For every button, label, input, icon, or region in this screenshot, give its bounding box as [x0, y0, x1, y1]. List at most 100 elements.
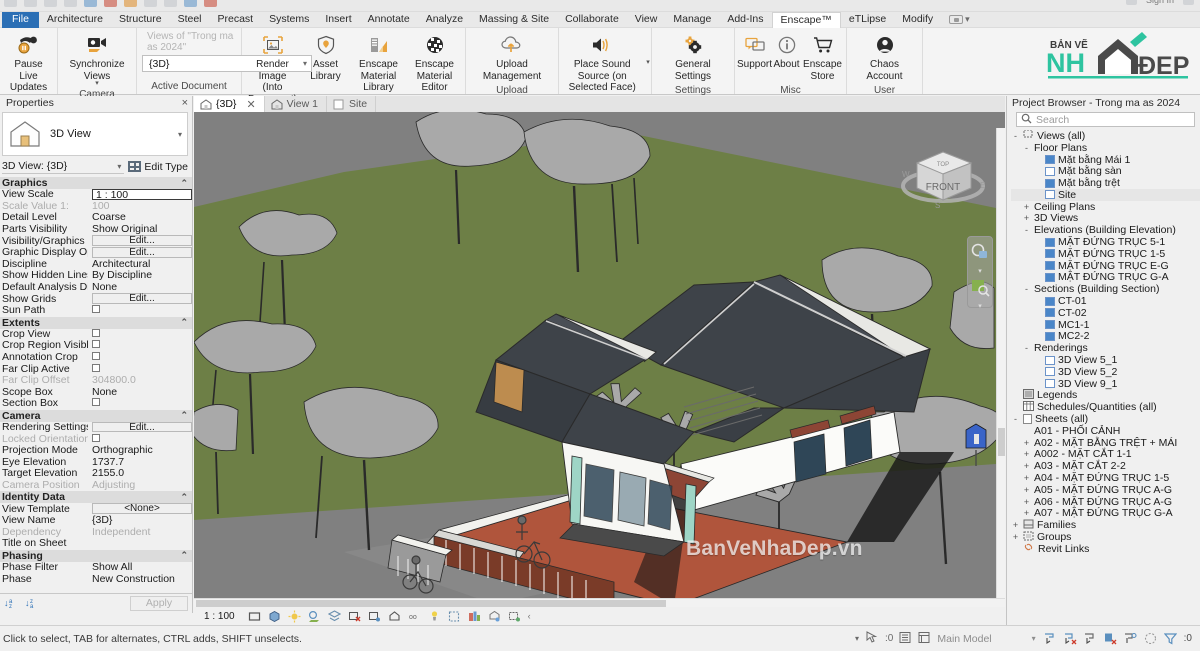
- property-row[interactable]: Eye Elevation 1737.7: [0, 456, 192, 468]
- property-value[interactable]: [88, 363, 192, 375]
- property-value[interactable]: New Construction: [88, 573, 192, 585]
- property-value[interactable]: Orthographic: [88, 444, 192, 456]
- ribbon-tab-massing-site[interactable]: Massing & Site: [471, 12, 557, 28]
- property-checkbox[interactable]: [92, 433, 100, 442]
- property-row[interactable]: Parts Visibility Show Original: [0, 223, 192, 236]
- zoom-region-icon[interactable]: [970, 277, 990, 300]
- support-button[interactable]: Support: [737, 31, 772, 73]
- project-browser-search[interactable]: Search: [1016, 112, 1195, 127]
- measure-icon[interactable]: [124, 0, 137, 7]
- temporary-hide-isolate-icon[interactable]: oo: [408, 610, 421, 623]
- enscape-store-button[interactable]: Enscape Store: [802, 31, 844, 84]
- temporary-view-properties-icon[interactable]: [448, 610, 461, 623]
- view-control-chevron-icon[interactable]: ‹: [528, 611, 531, 621]
- 3d-view-canvas[interactable]: FRONT TOP W E S ▾ ▾ BanVeNhaDep.vn: [194, 112, 1005, 607]
- tree-item[interactable]: + Groups: [1011, 531, 1200, 543]
- view-cube[interactable]: FRONT TOP W E S: [897, 130, 993, 220]
- property-row[interactable]: Show Grids Edit...: [0, 293, 192, 305]
- property-row[interactable]: Graphic Display Options Edit...: [0, 246, 192, 259]
- properties-section-header[interactable]: Camera ⌃: [0, 409, 192, 422]
- tree-item[interactable]: · MC1-1: [1011, 319, 1200, 331]
- print-icon[interactable]: [84, 0, 97, 7]
- property-edit-button[interactable]: Edit...: [92, 247, 192, 258]
- tree-item[interactable]: + A03 - MẶT CẮT 2-2: [1011, 460, 1200, 472]
- sort-ascending-icon[interactable]: ↓ a z: [4, 596, 17, 612]
- crop-view-off-icon[interactable]: [348, 610, 361, 623]
- scrollbar-thumb[interactable]: [998, 428, 1005, 456]
- list-view-icon[interactable]: [899, 631, 912, 647]
- properties-view-select[interactable]: 3D View: {3D} ▾: [2, 159, 125, 174]
- property-value[interactable]: Independent: [88, 526, 192, 538]
- property-row[interactable]: Detail Level Coarse: [0, 211, 192, 224]
- property-value[interactable]: Edit...: [88, 293, 192, 304]
- chevron-down-icon[interactable]: ▾: [95, 80, 99, 87]
- tree-item[interactable]: · CT-01: [1011, 295, 1200, 307]
- crop-region-hide-icon[interactable]: [368, 610, 381, 623]
- property-value[interactable]: Show All: [88, 561, 192, 573]
- property-row[interactable]: Discipline Architectural: [0, 258, 192, 271]
- model-graphics-style-icon[interactable]: [268, 610, 281, 623]
- property-edit-button[interactable]: <None>: [92, 503, 192, 514]
- chevron-down-icon[interactable]: ▾: [978, 267, 982, 275]
- chevron-up-icon[interactable]: ⌃: [180, 410, 188, 421]
- sort-alpha-icon[interactable]: ↓ z a: [25, 596, 38, 612]
- tree-item[interactable]: + A05 - MẶT ĐỨNG TRỤC A-G: [1011, 484, 1200, 496]
- sign-in-label[interactable]: Sign In: [1146, 0, 1174, 5]
- open-icon[interactable]: [64, 0, 77, 7]
- chaos-account-button[interactable]: Chaos Account: [852, 31, 918, 84]
- property-value[interactable]: Show Original: [88, 223, 192, 235]
- tree-item[interactable]: · Schedules/Quantities (all): [1011, 400, 1200, 413]
- select-underlay-icon[interactable]: [1104, 632, 1117, 645]
- expand-icon[interactable]: +: [1011, 532, 1020, 542]
- close-icon[interactable]: ×: [182, 97, 188, 109]
- view-tab-site[interactable]: Site: [327, 96, 377, 112]
- tree-item[interactable]: +3D Views: [1011, 212, 1200, 224]
- ribbon-tab-architecture[interactable]: Architecture: [39, 12, 111, 28]
- property-value[interactable]: None: [88, 386, 192, 398]
- save-icon[interactable]: [4, 0, 17, 7]
- pan-zoom-icon[interactable]: [970, 242, 990, 265]
- select-links-icon[interactable]: [1084, 632, 1097, 645]
- property-row[interactable]: Section Box: [0, 397, 192, 410]
- property-value[interactable]: [88, 328, 192, 340]
- property-value[interactable]: 1 : 100: [88, 188, 192, 200]
- scrollbar-thumb[interactable]: [196, 600, 666, 607]
- apply-button[interactable]: Apply: [130, 596, 188, 611]
- tree-item[interactable]: · 3D View 9_1: [1011, 378, 1200, 390]
- property-row[interactable]: Scope Box None: [0, 386, 192, 399]
- property-value[interactable]: 304800.0: [88, 374, 192, 386]
- tree-item[interactable]: · Mặt bằng sàn: [1011, 165, 1200, 177]
- expand-icon[interactable]: +: [1022, 438, 1031, 448]
- collapse-icon[interactable]: -: [1011, 131, 1020, 141]
- ribbon-overflow-icon[interactable]: ▾: [949, 14, 970, 25]
- properties-type-selector[interactable]: 3D View ▾: [2, 112, 188, 156]
- property-row[interactable]: Far Clip Active: [0, 363, 192, 375]
- tree-item[interactable]: · Mặt bằng trệt: [1011, 177, 1200, 189]
- tree-item[interactable]: - Sections (Building Section): [1011, 283, 1200, 295]
- property-row[interactable]: Locked Orientation: [0, 433, 192, 445]
- tree-item[interactable]: + A06 - MẶT ĐỨNG TRỤC A-G: [1011, 496, 1200, 508]
- expand-icon[interactable]: +: [1022, 202, 1031, 212]
- ribbon-tab-bar[interactable]: File Architecture Structure Steel Precast Sys…: [0, 11, 1200, 29]
- show-render-dialog-icon[interactable]: [508, 610, 521, 623]
- collapse-icon[interactable]: -: [1022, 143, 1031, 153]
- property-row[interactable]: Crop View: [0, 328, 192, 341]
- redo-icon[interactable]: [44, 0, 57, 7]
- expand-icon[interactable]: +: [1022, 473, 1031, 483]
- property-row[interactable]: Projection Mode Orthographic: [0, 444, 192, 457]
- tree-item[interactable]: + Ceiling Plans: [1011, 201, 1200, 213]
- tree-item[interactable]: + A002 - MẶT CẮT 1-1: [1011, 448, 1200, 460]
- ribbon-tab-annotate[interactable]: Annotate: [360, 12, 418, 28]
- property-row[interactable]: Visibility/Graphics Overrid... Edit...: [0, 235, 192, 247]
- ribbon-tab-insert[interactable]: Insert: [317, 12, 359, 28]
- ribbon-tab-collaborate[interactable]: Collaborate: [557, 12, 627, 28]
- chevron-up-icon[interactable]: ⌃: [180, 178, 188, 189]
- edit-type-button[interactable]: Edit Type: [128, 161, 188, 173]
- project-browser-tree[interactable]: -Views (all)-Floor Plans·Mặt bằng Mái 1·…: [1007, 130, 1200, 625]
- ribbon-tab-add-ins[interactable]: Add-Ins: [719, 12, 771, 28]
- tree-item[interactable]: · CT-02: [1011, 307, 1200, 319]
- property-value[interactable]: Coarse: [88, 211, 192, 223]
- property-row[interactable]: Title on Sheet: [0, 537, 192, 550]
- tree-item[interactable]: · MẶT ĐỨNG TRỤC E-G: [1011, 260, 1200, 272]
- ribbon-tab-structure[interactable]: Structure: [111, 12, 170, 28]
